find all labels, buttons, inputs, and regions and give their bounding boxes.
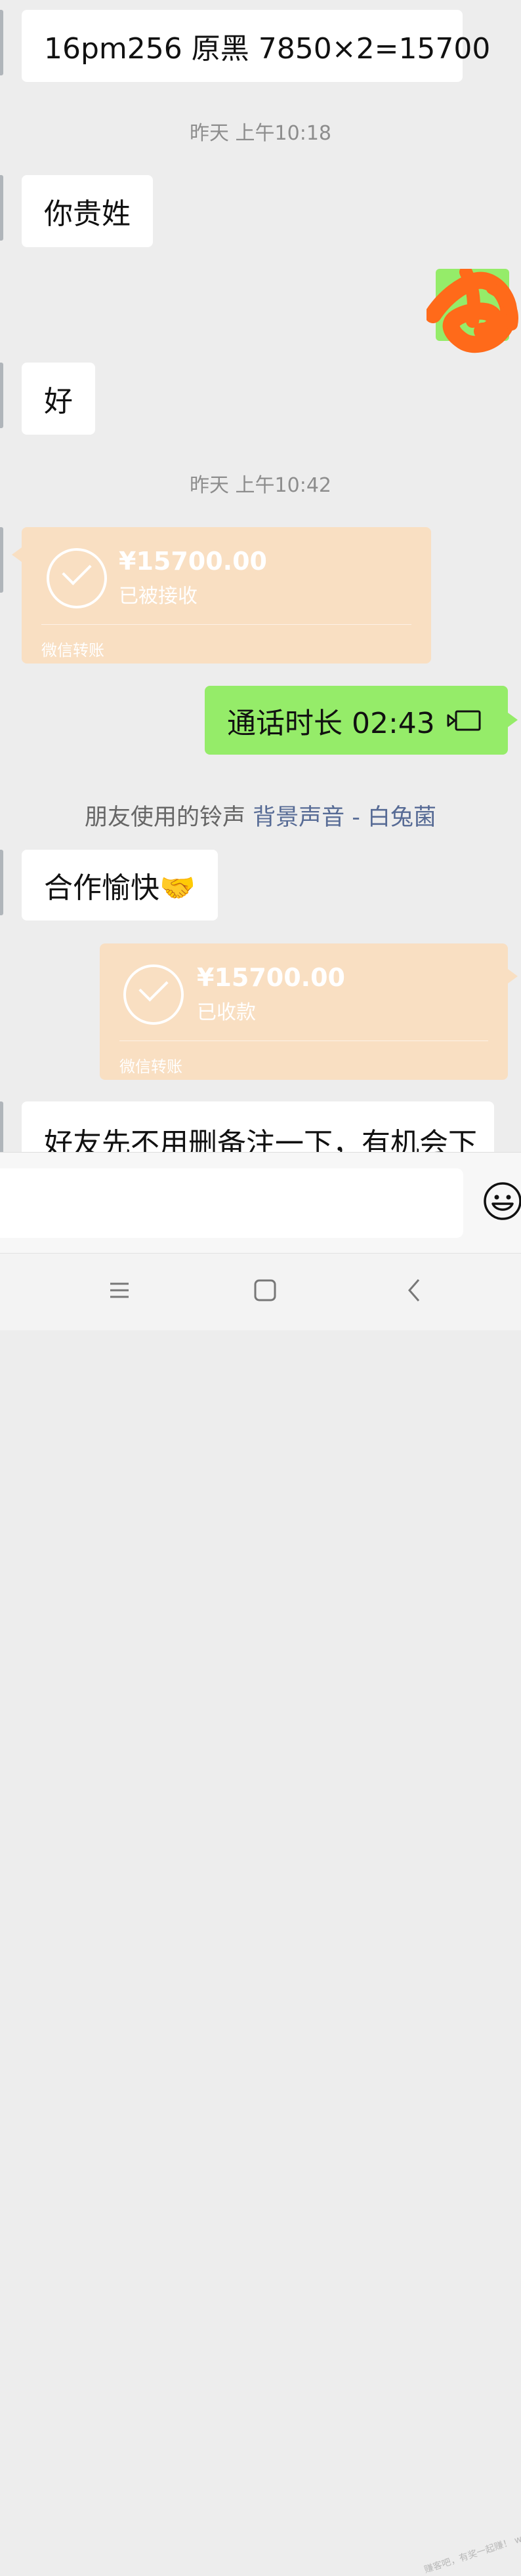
contact-avatar[interactable] bbox=[0, 850, 3, 915]
transfer-amount: ¥15700.00 bbox=[119, 547, 267, 576]
check-circle-icon bbox=[123, 964, 184, 1025]
transfer-status: 已收款 bbox=[197, 1001, 256, 1024]
timestamp: 昨天 上午10:42 bbox=[190, 474, 331, 497]
transfer-label: 微信转账 bbox=[119, 1058, 182, 1076]
watermark: 赚客吧，有奖一起赚！ www.zuanke8.com bbox=[423, 2509, 521, 2576]
ringtone-notice: 朋友使用的铃声 背景声音 - 白兔菌 bbox=[0, 799, 521, 832]
message-text: 好友先不用删备注一下，有机会下 bbox=[44, 1127, 477, 1152]
transfer-label: 微信转账 bbox=[41, 641, 104, 660]
message-text: 好 bbox=[44, 385, 73, 418]
transfer-card-collected[interactable]: ¥15700.00 已收款 微信转账 bbox=[100, 943, 508, 1080]
call-duration-text: 通话时长 02:43 bbox=[227, 706, 435, 740]
message-bubble-cooperate[interactable]: 合作愉快🤝 bbox=[22, 850, 218, 921]
contact-avatar[interactable] bbox=[0, 175, 3, 241]
menu-icon[interactable] bbox=[106, 1277, 133, 1303]
message-text: 合作愉快🤝 bbox=[44, 871, 196, 905]
message-text: 你贵姓 bbox=[44, 197, 131, 231]
transfer-card-received[interactable]: ¥15700.00 已被接收 微信转账 bbox=[22, 527, 431, 664]
transfer-status: 已被接收 bbox=[119, 585, 198, 608]
contact-avatar[interactable] bbox=[0, 363, 3, 428]
transfer-amount: ¥15700.00 bbox=[197, 963, 345, 992]
scribble-redaction bbox=[427, 269, 518, 353]
contact-avatar[interactable] bbox=[0, 10, 3, 75]
bubble-tail bbox=[508, 713, 518, 727]
divider bbox=[41, 624, 411, 625]
bubble-tail bbox=[508, 969, 518, 983]
emoji-smile-icon[interactable] bbox=[483, 1181, 521, 1221]
timestamp: 昨天 上午10:18 bbox=[190, 122, 331, 145]
video-call-icon bbox=[447, 710, 481, 730]
contact-avatar[interactable] bbox=[0, 1101, 3, 1152]
message-text: 16pm256 原黑 7850×2=15700 bbox=[44, 32, 491, 66]
chat-area[interactable]: 16pm256 原黑 7850×2=15700 昨天 上午10:18 你贵姓 好… bbox=[0, 0, 521, 1152]
message-bubble-ok[interactable]: 好 bbox=[22, 363, 95, 435]
sticker-message[interactable] bbox=[427, 269, 518, 353]
system-nav-bar: 赚客吧，有奖一起赚！ www.zuanke8.com bbox=[0, 1253, 521, 2575]
input-bar bbox=[0, 1152, 521, 1254]
check-circle-icon bbox=[47, 548, 107, 608]
divider bbox=[119, 1040, 488, 1041]
message-bubble-order[interactable]: 16pm256 原黑 7850×2=15700 bbox=[22, 10, 490, 82]
home-square-icon[interactable] bbox=[252, 1277, 278, 1303]
contact-avatar[interactable] bbox=[0, 527, 3, 593]
message-input[interactable] bbox=[0, 1168, 463, 1238]
bubble-tail bbox=[12, 547, 22, 562]
message-bubble-ask-name[interactable]: 你贵姓 bbox=[22, 175, 153, 247]
call-record-bubble[interactable]: 通话时长 02:43 bbox=[205, 686, 508, 755]
back-chevron-icon[interactable] bbox=[402, 1277, 428, 1303]
message-bubble-friend-note[interactable]: 好友先不用删备注一下，有机会下 bbox=[22, 1101, 494, 1152]
ringtone-prefix: 朋友使用的铃声 bbox=[84, 804, 245, 831]
ringtone-link[interactable]: 背景声音 - 白兔菌 bbox=[253, 804, 436, 831]
